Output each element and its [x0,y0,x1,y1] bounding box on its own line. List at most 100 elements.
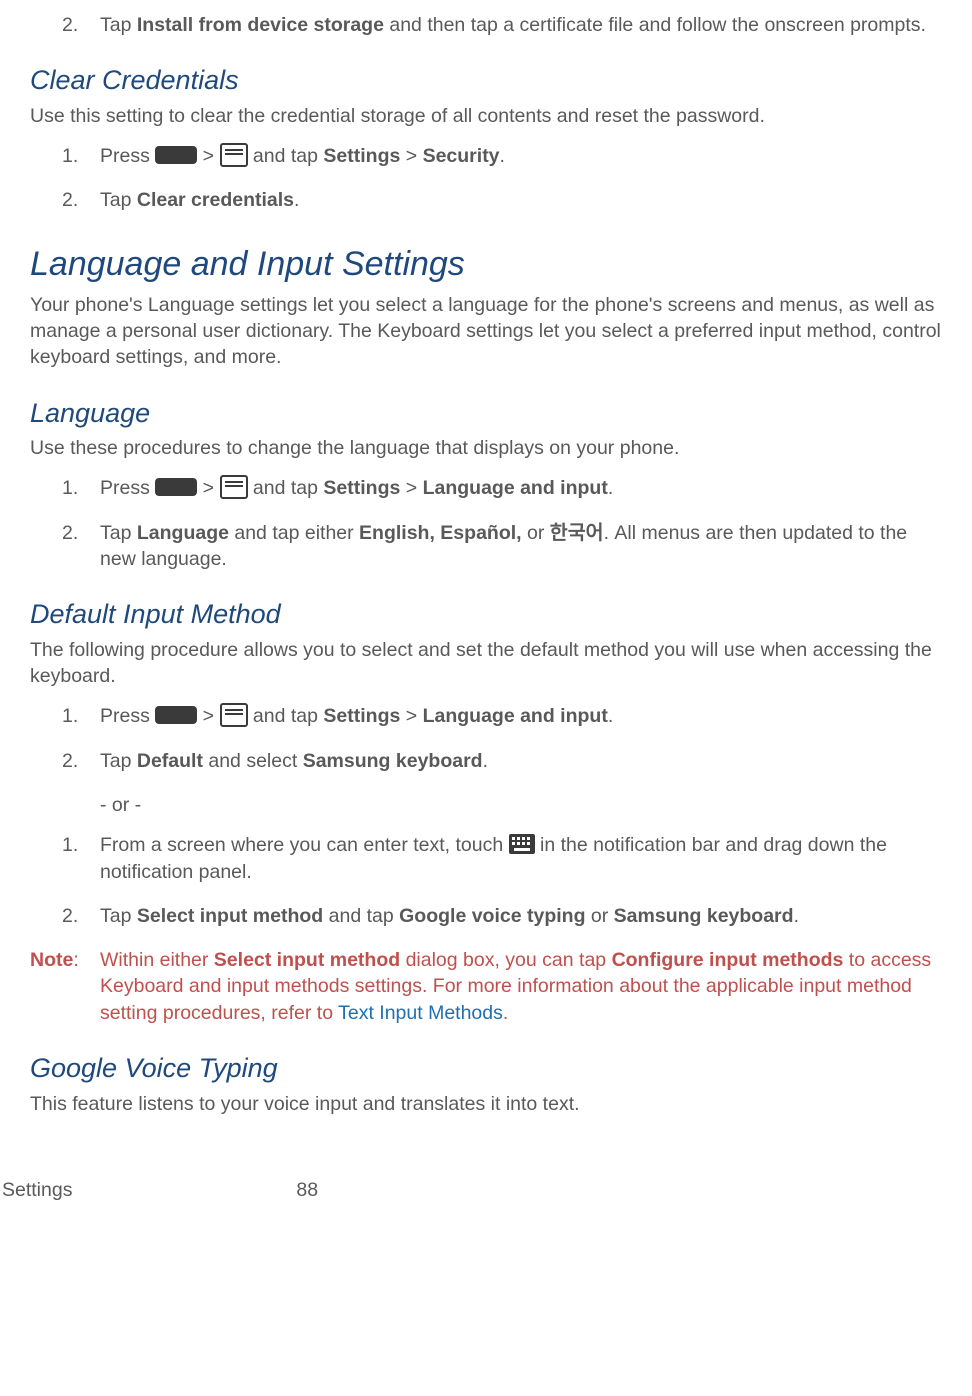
text: and select [203,750,303,772]
bold: Language and input [423,477,608,499]
heading-language-input-settings: Language and Input Settings [30,242,942,288]
text: or [522,522,550,544]
step-number: 1. [62,143,78,169]
step-number: 2. [62,187,78,213]
step-number: 2. [62,748,78,774]
steps-clear-credentials: 1. Press > and tap Settings > Security. … [30,143,942,214]
step-tap-clear-credentials: 2. Tap Clear credentials. [30,187,942,213]
heading-language: Language [30,395,942,431]
step-number: 1. [62,832,78,858]
text: > [400,705,422,727]
step-press-language-input: 1. Press > and tap Settings > Language a… [30,475,942,501]
text: Press [100,145,155,167]
steps-default-input-b: 1. From a screen where you can enter tex… [30,832,942,929]
text: . [503,1002,508,1024]
or-separator: - or - [30,792,942,818]
text: . [294,189,299,211]
step-number: 1. [62,475,78,501]
bold: 한국어 [550,522,604,544]
home-button-icon [155,478,197,496]
desc-clear-credentials: Use this setting to clear the credential… [30,103,942,129]
heading-clear-credentials: Clear Credentials [30,62,942,98]
bold: Language and input [423,705,608,727]
step-touch-keyboard-icon: 1. From a screen where you can enter tex… [30,832,942,885]
footer-page-number: 88 [296,1177,318,1203]
step-number: 2. [62,520,78,546]
bold: Install from device storage [137,14,384,36]
text: From a screen where you can enter text, … [100,834,509,856]
text: or [585,905,613,927]
text: Tap [100,189,137,211]
bold: Select input method [214,949,400,971]
step-press-language-input: 1. Press > and tap Settings > Language a… [30,703,942,729]
link-text-input-methods[interactable]: Text Input Methods [338,1002,503,1024]
bold: Default [137,750,203,772]
text: > [400,477,422,499]
intro-steps: 2. Tap Install from device storage and t… [30,12,942,38]
step-press-settings-security: 1. Press > and tap Settings > Security. [30,143,942,169]
text: Note [30,949,73,971]
heading-default-input-method: Default Input Method [30,596,942,632]
bold: Select input method [137,905,323,927]
bold: Samsung keyboard [303,750,483,772]
keyboard-icon [509,834,535,854]
text: Press [100,477,155,499]
step-number: 1. [62,703,78,729]
step-select-input-method: 2. Tap Select input method and tap Googl… [30,903,942,929]
home-button-icon [155,706,197,724]
bold: Settings [323,705,400,727]
text: Within either [100,949,214,971]
page-footer: Settings 88 [0,1177,972,1223]
text: . [608,477,613,499]
step-install-device-storage: 2. Tap Install from device storage and t… [30,12,942,38]
bold: Settings [323,477,400,499]
desc-language-input-settings: Your phone's Language settings let you s… [30,292,942,371]
text: > [400,145,422,167]
note-label: Note: [30,947,79,973]
menu-button-icon [220,703,248,727]
steps-default-input-a: 1. Press > and tap Settings > Language a… [30,703,942,774]
footer-section: Settings [2,1177,72,1203]
bold: Language [137,522,229,544]
text: and tap [248,705,324,727]
desc-default-input-method: The following procedure allows you to se… [30,637,942,690]
step-number: 2. [62,903,78,929]
text: and tap [323,905,399,927]
menu-button-icon [220,143,248,167]
text: . [608,705,613,727]
text: > [197,477,219,499]
step-tap-default-samsung: 2. Tap Default and select Samsung keyboa… [30,748,942,774]
text: > [197,145,219,167]
bold: Configure input methods [612,949,844,971]
home-button-icon [155,146,197,164]
desc-google-voice-typing: This feature listens to your voice input… [30,1091,942,1117]
desc-language: Use these procedures to change the langu… [30,435,942,461]
bold: Settings [323,145,400,167]
note-block: Note: Within either Select input method … [30,947,942,1026]
text: . [794,905,799,927]
bold: English, Español, [359,522,522,544]
text: and tap either [229,522,359,544]
step-tap-language-choice: 2. Tap Language and tap either English, … [30,520,942,573]
menu-button-icon [220,475,248,499]
text: > [197,705,219,727]
text: Press [100,705,155,727]
text: . [483,750,488,772]
text: Tap [100,14,137,36]
text: Tap [100,905,137,927]
text: and tap [248,145,324,167]
bold: Samsung keyboard [614,905,794,927]
bold: Security [423,145,500,167]
text: . [500,145,505,167]
bold: Clear credentials [137,189,294,211]
text: Tap [100,750,137,772]
text: and then tap a certificate file and foll… [384,14,926,36]
text: Tap [100,522,137,544]
text: : [73,949,78,971]
bold: Google voice typing [399,905,585,927]
step-number: 2. [62,12,78,38]
steps-language: 1. Press > and tap Settings > Language a… [30,475,942,572]
text: and tap [248,477,324,499]
heading-google-voice-typing: Google Voice Typing [30,1050,942,1086]
text: dialog box, you can tap [400,949,611,971]
